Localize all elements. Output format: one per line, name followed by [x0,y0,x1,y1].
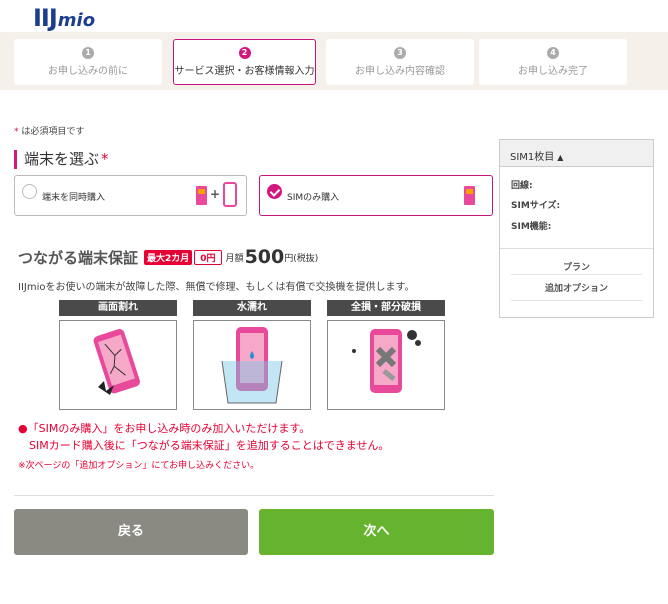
case-label: 画面割れ [59,300,177,316]
warranty-description: IIJmioをお使いの端末が故障した際、無償で修理、もしくは有償で交換機を提供し… [18,282,415,293]
notice-line-3: ※次ページの「追加オプション」にてお申し込みください。 [18,461,260,471]
case-label: 全損・部分破損 [327,300,445,316]
logo-part-mio: mio [57,10,96,31]
monthly-prefix: 月額 [225,253,244,264]
free-months-badge: 最大2カ月 [144,249,193,265]
radio-button-checked[interactable] [267,184,282,199]
order-summary-panel: SIM1枚目 ▲ 回線: SIMサイズ: SIM機能: プラン 追加オプション [499,139,654,318]
sim-function-field: SIM機能: [511,222,552,232]
back-button[interactable]: 戻る [14,509,248,555]
required-asterisk: * [101,150,109,168]
illustration-water-damage: 水濡れ [193,300,311,410]
step-label: お申し込み内容確認 [355,66,445,77]
divider [511,300,642,301]
illustration-total-loss: 全損・部分破損 [327,300,445,410]
divider [500,248,653,249]
next-button[interactable]: 次へ [259,509,494,555]
sim-size-field: SIMサイズ: [511,201,561,211]
section-title-text: 端末を選ぶ [24,150,100,168]
notice-line-2: SIMカード購入後に「つながる端末保証」を追加することはできません。 [18,439,390,452]
price-suffix: 円(税抜) [284,253,319,264]
plus-icon: + [210,187,221,201]
step-4: 4 お申し込み完了 [479,39,627,85]
step-1: 1 お申し込みの前に [14,39,162,85]
line-field: 回線: [511,181,533,191]
option-buy-device-with-sim[interactable]: 端末を同時購入 + [14,175,247,216]
warranty-price: 500 [244,246,285,268]
summary-header-toggle[interactable]: SIM1枚目 ▲ [500,140,653,167]
step-label: お申し込み完了 [518,66,588,77]
summary-header-label: SIM1枚目 [510,152,555,163]
free-price-badge: 0円 [194,249,222,265]
step-number: 1 [82,47,94,59]
required-fields-note: * は必須項目です [14,124,84,137]
chevron-up-icon: ▲ [557,153,564,162]
illustration-screen-crack: 画面割れ [59,300,177,410]
option-sim-only[interactable]: SIMのみ購入 [259,175,493,216]
divider [14,495,494,496]
case-label: 水濡れ [193,300,311,316]
warranty-title: つながる端末保証 [18,248,139,267]
phone-icon [223,182,237,207]
step-progress-bar: 1 お申し込みの前に 2 サービス選択・お客様情報入力 3 お申し込み内容確認 … [0,32,668,90]
step-2-current: 2 サービス選択・お客様情報入力 [173,39,316,85]
logo-part-iij: IIJ [33,4,58,32]
option-label: 端末を同時購入 [42,193,106,203]
required-note-text: は必須項目です [18,127,85,137]
wet-phone-icon [193,320,311,410]
cracked-phone-icon [59,320,177,410]
plan-label: プラン [562,263,590,273]
warranty-title-row: つながる端末保証 最大2カ月 0円 月額 500 円(税抜) [18,246,318,268]
step-number: 3 [394,47,406,59]
sim-only-notice: ●「SIMのみ購入」をお申し込み時のみ加入いただけます。 SIMカード購入後に「… [18,420,389,454]
step-label: サービス選択・お客様情報入力 [174,66,315,77]
step-number: 2 [238,47,251,59]
notice-line-1: ●「SIMのみ購入」をお申し込み時のみ加入いただけます。 [18,422,311,435]
step-label: お申し込みの前に [48,66,128,77]
radio-button[interactable] [22,184,37,199]
option-label: SIMのみ購入 [287,193,340,203]
iijmio-logo[interactable]: IIJ mio [33,4,96,32]
broken-phone-icon [327,320,445,410]
divider [511,274,642,275]
device-section-title: 端末を選ぶ * [14,150,109,169]
sim-card-icon [196,186,207,205]
step-3: 3 お申し込み内容確認 [326,39,474,85]
additional-options-label: 追加オプション [544,284,608,294]
sim-card-icon [464,186,475,205]
step-number: 4 [547,47,559,59]
